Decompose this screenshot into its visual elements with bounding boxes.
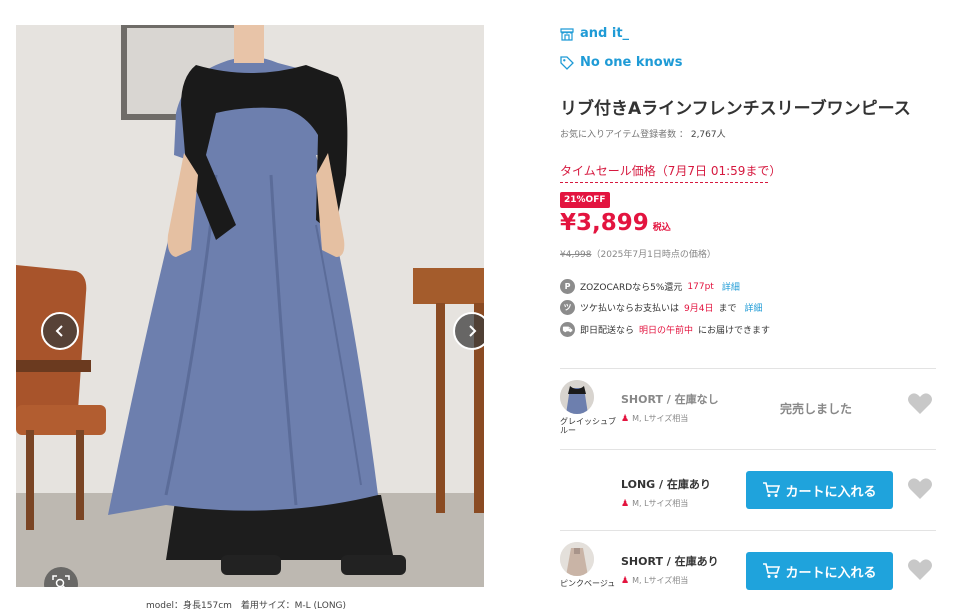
price: ¥3,899 税込 <box>560 210 671 236</box>
fit-info: ♟ M, Lサイズ相当 <box>621 575 688 586</box>
size-stock-label: SHORT / 在庫なし <box>621 393 719 406</box>
brand-link[interactable]: and it_ <box>560 26 629 41</box>
perk-points: P ZOZOCARDなら5%還元 177pt 詳細 <box>560 279 740 294</box>
perk-text: 即日配送なら <box>580 326 635 336</box>
deferred-payment-icon: ツ <box>560 300 575 315</box>
previous-image-button[interactable] <box>41 312 79 350</box>
cart-icon <box>763 482 781 497</box>
add-to-cart-button[interactable]: カートに入れる <box>746 552 893 590</box>
zoom-icon <box>52 575 70 587</box>
points-icon: P <box>560 279 575 294</box>
discount-badge: 21%OFF <box>560 192 610 208</box>
time-sale-label: タイムセール価格（7月7日 01:59まで） <box>560 162 781 183</box>
fit-label: M, Lサイズ相当 <box>632 576 689 585</box>
sold-out-label: 完売しました <box>780 402 853 416</box>
fit-info: ♟ M, Lサイズ相当 <box>621 413 688 424</box>
divider <box>560 530 936 531</box>
perk-text-suffix: まで <box>718 304 737 314</box>
color-thumbnail-image <box>560 380 594 414</box>
color-thumbnail[interactable] <box>560 380 594 414</box>
tax-label: 税込 <box>652 223 671 233</box>
add-to-cart-label: カートに入れる <box>785 565 877 581</box>
tag-icon <box>560 55 574 70</box>
shop-icon <box>560 27 574 41</box>
sku-row: グレイッシュブルー SHORT / 在庫なし ♟ M, Lサイズ相当 完売しまし… <box>560 380 936 460</box>
color-thumbnail-image <box>560 542 594 576</box>
person-icon: ♟ <box>621 413 630 424</box>
delivery-truck-icon: ⛟ <box>560 322 575 337</box>
chevron-left-icon <box>55 325 63 337</box>
tag-name: No one knows <box>580 55 683 70</box>
color-label: ピンクベージュ <box>560 579 616 588</box>
favorites-count: お気に入りアイテム登録者数 ： 2,767人 <box>560 127 726 140</box>
fit-label: M, Lサイズ相当 <box>632 499 689 508</box>
perk-text: ツケ払いならお支払いは <box>580 304 680 314</box>
color-label: グレイッシュブルー <box>560 417 616 435</box>
person-icon: ♟ <box>621 498 630 509</box>
price-value: ¥3,899 <box>560 210 649 236</box>
perk-detail-link[interactable]: 詳細 <box>744 301 762 314</box>
perk-highlight: 177pt <box>687 281 714 292</box>
fit-label: M, Lサイズ相当 <box>632 414 689 423</box>
original-price-note: （2025年7月1日時点の価格） <box>591 250 716 260</box>
size-stock-label: LONG / 在庫あり <box>621 478 711 491</box>
size-stock-label: SHORT / 在庫あり <box>621 555 719 568</box>
cart-icon <box>763 563 781 578</box>
original-price-value: ¥4,998 <box>560 250 592 260</box>
color-thumbnail[interactable] <box>560 542 594 576</box>
next-image-button[interactable] <box>453 312 484 350</box>
original-price: ¥4,998（2025年7月1日時点の価格） <box>560 247 716 260</box>
favorite-heart-icon[interactable] <box>907 558 933 582</box>
favorites-label: お気に入りアイテム登録者数 ： <box>560 130 688 140</box>
perk-text: ZOZOCARDなら5%還元 <box>580 283 683 293</box>
favorite-heart-icon[interactable] <box>907 477 933 501</box>
person-icon: ♟ <box>621 575 630 586</box>
perk-highlight: 明日の午前中 <box>639 326 694 336</box>
tag-link[interactable]: No one knows <box>560 55 682 70</box>
product-photo[interactable] <box>16 25 484 587</box>
divider <box>560 368 936 369</box>
perk-text-suffix: にお届けできます <box>698 326 771 336</box>
perk-highlight: 9月4日 <box>684 304 714 314</box>
add-to-cart-label: カートに入れる <box>785 484 877 500</box>
chevron-right-icon <box>469 325 477 337</box>
favorites-number: 2,767人 <box>690 130 726 140</box>
fit-info: ♟ M, Lサイズ相当 <box>621 498 688 509</box>
perk-deferred-payment: ツ ツケ払いならお支払いは 9月4日 まで 詳細 <box>560 300 763 315</box>
product-photo-illustration <box>16 25 484 587</box>
add-to-cart-button[interactable]: カートに入れる <box>746 471 893 509</box>
sku-row: LONG / 在庫あり ♟ M, Lサイズ相当 カートに入れる <box>560 465 936 545</box>
brand-name: and it_ <box>580 26 630 41</box>
model-caption: model：身長157cm 着用サイズ：M-L (LONG) <box>146 601 347 609</box>
perk-detail-link[interactable]: 詳細 <box>722 280 740 293</box>
divider <box>560 449 936 450</box>
perk-same-day-delivery: ⛟ 即日配送なら 明日の午前中 にお届けできます <box>560 322 770 337</box>
favorite-heart-icon[interactable] <box>907 392 933 416</box>
product-title: リブ付きAラインフレンチスリーブワンピース <box>560 99 911 119</box>
sku-row: ピンクベージュ SHORT / 在庫あり ♟ M, Lサイズ相当 カートに入れる <box>560 542 936 609</box>
